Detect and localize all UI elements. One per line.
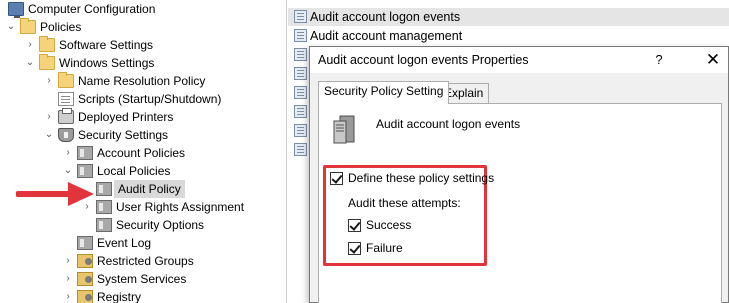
chevron-right-icon[interactable]: ›: [25, 36, 35, 54]
folder-icon: [58, 72, 74, 88]
tree-item-label: Account Policies: [97, 146, 186, 160]
policy-name: Audit account logon events: [376, 117, 521, 131]
tree-item-label: Restricted Groups: [97, 254, 194, 268]
tree-item-label: Software Settings: [59, 38, 154, 52]
tree-item-label: User Rights Assignment: [116, 200, 245, 214]
policy-item-icon: [294, 67, 307, 80]
chevron-right-icon[interactable]: ›: [63, 252, 73, 270]
script-icon: [58, 92, 74, 106]
help-button[interactable]: ?: [648, 50, 670, 70]
services-icon: [77, 272, 93, 286]
tree-item-label: Security Settings: [78, 128, 169, 142]
chevron-down-icon[interactable]: ⌄: [6, 18, 16, 36]
console-tree: Computer Configuration ⌄ Policies › Soft…: [0, 0, 287, 303]
success-label: Success: [366, 218, 412, 232]
chevron-right-icon[interactable]: ›: [63, 144, 73, 162]
define-policy-label: Define these policy settings: [348, 171, 495, 185]
security-icon: [58, 128, 74, 142]
policy-item-icon: [294, 86, 307, 99]
chevron-down-icon[interactable]: ⌄: [25, 54, 35, 72]
policy-item-icon: [294, 124, 307, 137]
tree-item-label: Computer Configuration: [28, 2, 156, 16]
policy-icon: [77, 146, 93, 160]
chevron-right-icon[interactable]: ›: [44, 72, 54, 90]
policy-item-icon: [294, 29, 307, 42]
tree-item-label: Local Policies: [97, 164, 171, 178]
red-arrow-icon: [16, 182, 94, 206]
printer-icon: [58, 108, 74, 124]
policy-icon: [96, 218, 112, 232]
dialog-title: Audit account logon events Properties: [318, 53, 529, 67]
policy-item-icon: [294, 10, 307, 23]
tree-item-label: Registry: [97, 290, 142, 303]
tree-item-label: Event Log: [97, 236, 152, 250]
chevron-down-icon[interactable]: ⌄: [44, 126, 54, 144]
list-item-label: Audit account management: [310, 29, 463, 43]
tree-item-label: Scripts (Startup/Shutdown): [78, 92, 222, 106]
policy-item-icon: [294, 48, 307, 61]
tree-item-label: Windows Settings: [59, 56, 155, 70]
success-checkbox[interactable]: [348, 219, 361, 232]
audit-attempts-label: Audit these attempts:: [348, 196, 461, 210]
policy-icon: [96, 182, 112, 196]
tab-security-policy-setting[interactable]: Security Policy Setting: [318, 81, 450, 104]
list-item-audit-account-logon-events[interactable]: Audit account logon events: [288, 8, 729, 26]
policy-item-icon: [294, 105, 307, 118]
groups-icon: [77, 254, 93, 268]
folder-icon: [39, 36, 55, 52]
failure-checkbox[interactable]: [348, 242, 361, 255]
tree-item-label: System Services: [97, 272, 187, 286]
tree-item-label: Name Resolution Policy: [78, 74, 206, 88]
chevron-right-icon[interactable]: ›: [63, 288, 73, 303]
tree-item-label: Policies: [40, 20, 82, 34]
policy-icon: [96, 200, 112, 214]
tree-item-label: Security Options: [116, 218, 205, 232]
tree-item-label: Deployed Printers: [78, 110, 174, 124]
list-item-label: Audit account logon events: [310, 10, 461, 24]
chevron-down-icon[interactable]: ⌄: [63, 162, 73, 180]
server-policy-icon: [333, 115, 355, 144]
policy-icon: [77, 164, 93, 178]
policy-icon: [77, 236, 93, 250]
tree-item-label: Audit Policy: [114, 180, 185, 198]
computer-icon: [8, 2, 24, 18]
policy-item-icon: [294, 143, 307, 156]
chevron-right-icon[interactable]: ›: [63, 270, 73, 288]
folder-icon: [39, 54, 55, 70]
define-policy-checkbox[interactable]: [330, 172, 343, 185]
dialog-titlebar[interactable]: Audit account logon events Properties ? …: [310, 47, 728, 73]
properties-dialog: Audit account logon events Properties ? …: [309, 46, 729, 303]
folder-icon: [20, 18, 36, 34]
failure-label: Failure: [366, 241, 403, 255]
close-button[interactable]: ✕: [702, 50, 724, 70]
chevron-right-icon[interactable]: ›: [44, 108, 54, 126]
registry-icon: [77, 290, 93, 303]
